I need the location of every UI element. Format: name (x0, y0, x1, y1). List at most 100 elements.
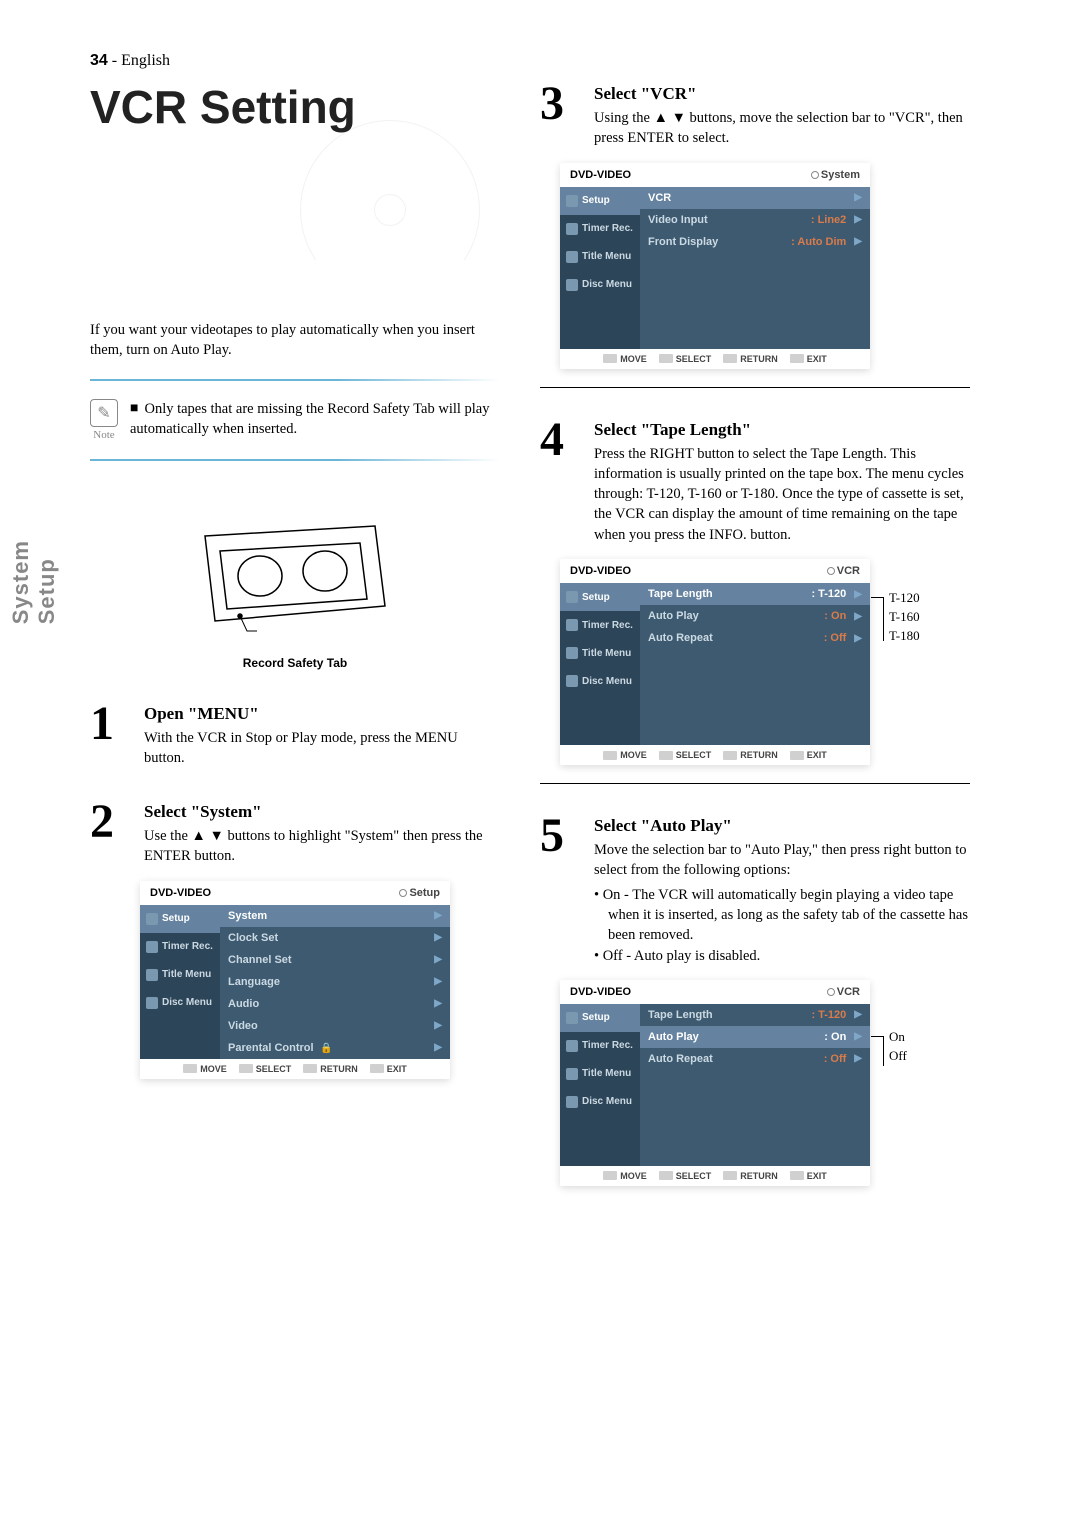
clock-icon (566, 1040, 578, 1052)
title-block: VCR Setting (90, 80, 500, 260)
osd-footer: MOVE SELECT RETURN EXIT (140, 1059, 450, 1079)
ok-icon (659, 751, 673, 760)
chevron-right-icon: ▶ (854, 236, 862, 247)
step-title: Select "Auto Play" (594, 816, 970, 836)
divider (540, 783, 970, 784)
osd-side-timer: Timer Rec. (560, 215, 640, 243)
osd-row: Tape Length: T-120▶ (640, 1004, 870, 1026)
osd-foot-exit: EXIT (370, 1064, 407, 1074)
exit-icon (790, 354, 804, 363)
clock-icon (146, 941, 158, 953)
step-number: 4 (540, 416, 580, 545)
osd-side-setup: Setup (140, 905, 220, 933)
osd-screenshot-vcr-autoplay: DVD-VIDEO VCR Setup Timer Rec. Title Men… (560, 980, 870, 1186)
divider (90, 459, 500, 461)
chevron-right-icon: ▶ (434, 976, 442, 987)
chevron-right-icon: ▶ (434, 1020, 442, 1031)
chevron-right-icon: ▶ (854, 633, 862, 644)
osd-row: Audio▶ (220, 993, 450, 1015)
chevron-right-icon: ▶ (854, 1053, 862, 1064)
return-icon (723, 354, 737, 363)
step-2: 2 Select "System" Use the ▲ ▼ buttons to… (90, 798, 500, 867)
osd-row-vcr: VCR▶ (640, 187, 870, 209)
step-text: Use the ▲ ▼ buttons to highlight "System… (144, 826, 500, 867)
note-icon: ✎ (90, 399, 118, 427)
osd-row: Video▶ (220, 1015, 450, 1037)
step-number: 1 (90, 700, 130, 769)
chevron-right-icon: ▶ (434, 932, 442, 943)
disc-icon (146, 997, 158, 1009)
osd-breadcrumb: System (811, 169, 860, 181)
note-icon-column: ✎ Note (90, 399, 118, 441)
osd-side-discmenu: Disc Menu (140, 989, 220, 1017)
step-number: 5 (540, 812, 580, 966)
chevron-right-icon: ▶ (854, 214, 862, 225)
osd-header: DVD-VIDEO System (560, 163, 870, 187)
osd-header: DVD-VIDEO Setup (140, 881, 450, 905)
note-label: Note (90, 429, 118, 441)
disc-icon (566, 279, 578, 291)
osd-breadcrumb: VCR (827, 565, 860, 577)
osd-row: Front Display: Auto Dim▶ (640, 231, 870, 253)
osd-breadcrumb: VCR (827, 986, 860, 998)
chevron-right-icon: ▶ (854, 589, 862, 600)
osd-side-timer: Timer Rec. (560, 1032, 640, 1060)
osd-header-left: DVD-VIDEO (570, 565, 631, 577)
osd-side-setup: Setup (560, 583, 640, 611)
osd-foot-return: RETURN (723, 1171, 778, 1181)
gear-icon (146, 913, 158, 925)
title-icon (566, 1068, 578, 1080)
osd-side-titlemenu: Title Menu (560, 1060, 640, 1088)
chevron-right-icon: ▶ (434, 1042, 442, 1053)
osd-sidebar: Setup Timer Rec. Title Menu Disc Menu (560, 187, 640, 349)
page-title: VCR Setting (90, 80, 500, 134)
section-tab-label: System Setup (8, 540, 59, 624)
clock-icon (566, 223, 578, 235)
osd-sidebar: Setup Timer Rec. Title Menu Disc Menu (560, 583, 640, 745)
annotation-autoplay-options: On Off (883, 1028, 907, 1066)
exit-icon (790, 751, 804, 760)
osd-row: Channel Set▶ (220, 949, 450, 971)
step-4: 4 Select "Tape Length" Press the RIGHT b… (540, 416, 970, 545)
dpad-icon (603, 354, 617, 363)
gear-icon (566, 591, 578, 603)
osd-row: Video Input: Line2▶ (640, 209, 870, 231)
return-icon (303, 1064, 317, 1073)
step-text: Press the RIGHT button to select the Tap… (594, 444, 970, 545)
page-language: English (121, 52, 170, 69)
osd-foot-return: RETURN (303, 1064, 358, 1074)
lock-icon: 🔒 (318, 1043, 333, 1054)
step-title: Open "MENU" (144, 704, 500, 724)
osd-side-titlemenu: Title Menu (560, 639, 640, 667)
dpad-icon (603, 1171, 617, 1180)
ok-icon (239, 1064, 253, 1073)
step-title: Select "VCR" (594, 84, 970, 104)
chevron-right-icon: ▶ (854, 192, 862, 203)
osd-screenshot-system: DVD-VIDEO System Setup Timer Rec. Title … (560, 163, 870, 369)
divider (540, 387, 970, 388)
step-title: Select "Tape Length" (594, 420, 970, 440)
osd-footer: MOVE SELECT RETURN EXIT (560, 745, 870, 765)
step-text: Using the ▲ ▼ buttons, move the selectio… (594, 108, 970, 149)
osd-sidebar: Setup Timer Rec. Title Menu Disc Menu (140, 905, 220, 1059)
disc-icon (566, 675, 578, 687)
gear-icon (566, 195, 578, 207)
osd-footer: MOVE SELECT RETURN EXIT (560, 349, 870, 369)
osd-main: Tape Length: T-120▶ Auto Play: On▶ Auto … (640, 1004, 870, 1166)
osd-row: Auto Play: On▶ (640, 605, 870, 627)
step-3: 3 Select "VCR" Using the ▲ ▼ buttons, mo… (540, 80, 970, 149)
osd-body: Setup Timer Rec. Title Menu Disc Menu Ta… (560, 1004, 870, 1166)
osd-row-parental: Parental Control 🔒▶ (220, 1037, 450, 1059)
osd-foot-return: RETURN (723, 354, 778, 364)
disc-illustration (300, 120, 480, 260)
title-icon (566, 251, 578, 263)
osd-foot-move: MOVE (183, 1064, 227, 1074)
osd-foot-exit: EXIT (790, 354, 827, 364)
chevron-right-icon: ▶ (434, 954, 442, 965)
osd-header-left: DVD-VIDEO (570, 169, 631, 181)
chevron-right-icon: ▶ (854, 1031, 862, 1042)
osd-row: Clock Set▶ (220, 927, 450, 949)
osd-row: Auto Repeat: Off▶ (640, 1048, 870, 1070)
left-column: VCR Setting If you want your videotapes … (90, 80, 500, 1093)
step-5: 5 Select "Auto Play" Move the selection … (540, 812, 970, 966)
